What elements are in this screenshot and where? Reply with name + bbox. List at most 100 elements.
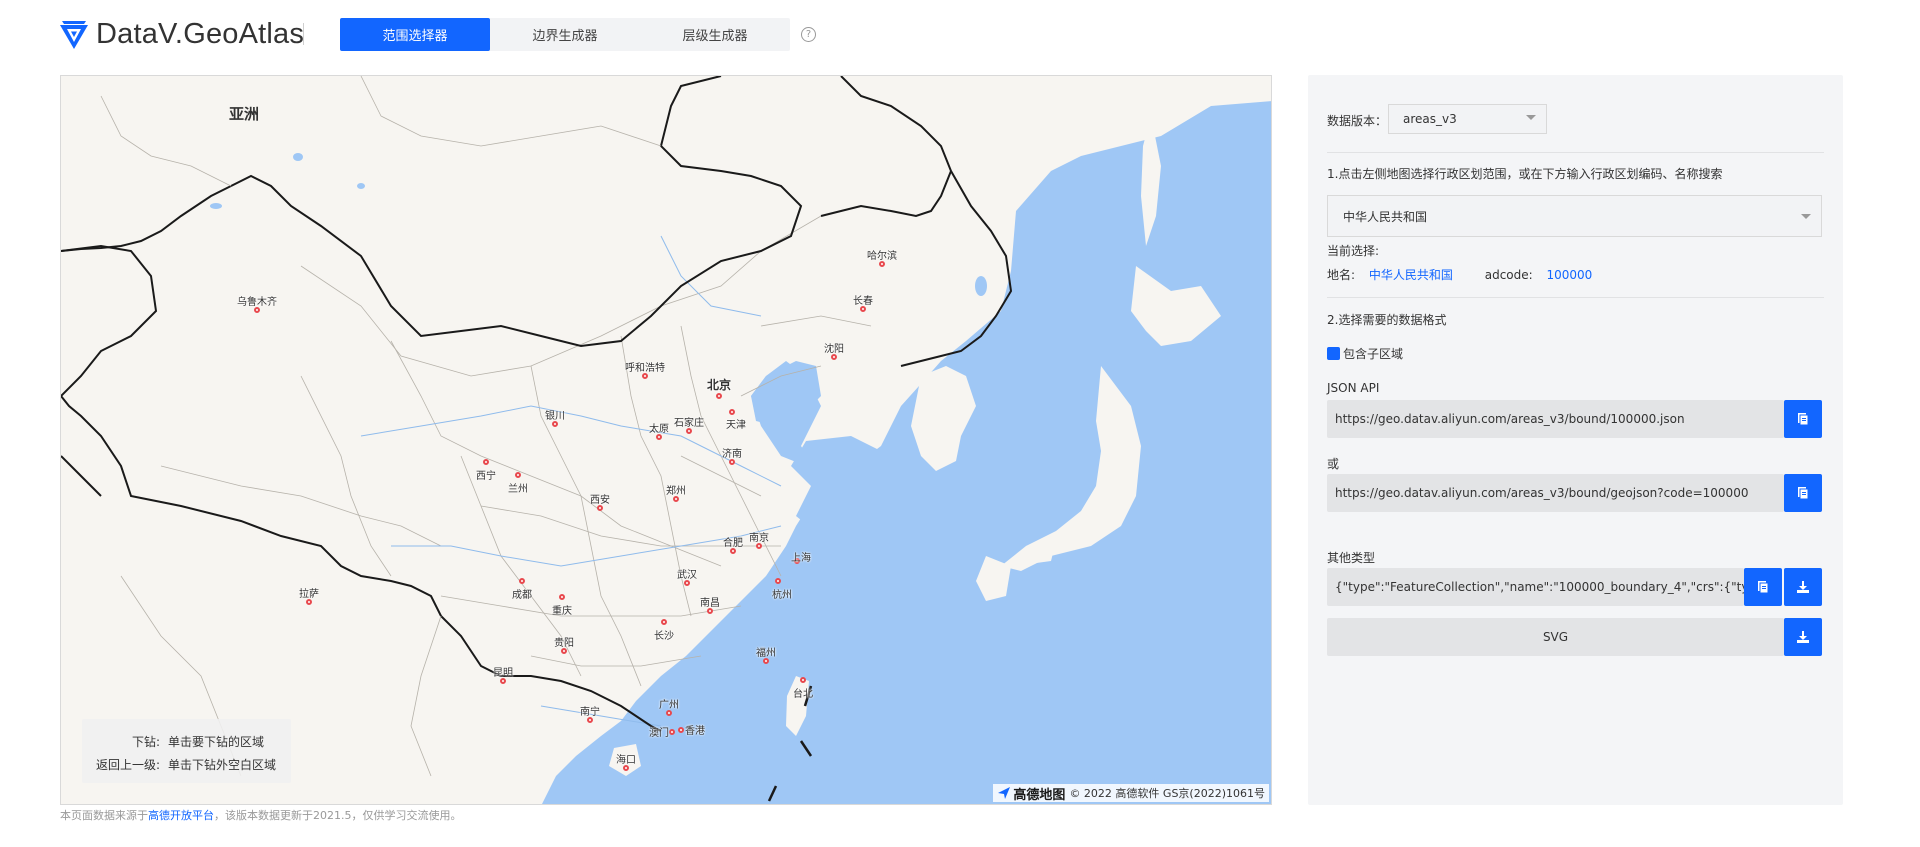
city-label-haikou: 海口 bbox=[616, 755, 636, 766]
city-dot bbox=[716, 393, 722, 399]
current-selection-label: 当前选择: bbox=[1327, 244, 1380, 258]
name-label: 地名: bbox=[1327, 268, 1356, 282]
city-dot bbox=[800, 677, 806, 683]
help-icon[interactable]: ? bbox=[801, 27, 816, 42]
amap-logo[interactable]: 高德地图 bbox=[997, 784, 1065, 803]
current-selection-row: 地名: 中华人民共和国 adcode: 100000 bbox=[1327, 266, 1592, 283]
settings-panel: 数据版本： areas_v3 1.点击左侧地图选择行政区划范围，或在下方输入行政… bbox=[1308, 75, 1843, 805]
amap-arrow-icon bbox=[998, 787, 1011, 799]
city-label-changchun: 长春 bbox=[853, 296, 873, 307]
divider bbox=[1327, 297, 1824, 298]
attribution-text: © 2022 高德软件 GS京(2022)1061号 bbox=[1069, 787, 1265, 800]
city-label-xianggang: 香港 bbox=[685, 726, 705, 737]
city-label-lanzhou: 兰州 bbox=[508, 484, 528, 495]
region-select[interactable]: 中华人民共和国 bbox=[1327, 195, 1822, 237]
hint-up-value: 单击下钻外空白区域 bbox=[168, 758, 277, 772]
city-dot bbox=[678, 727, 684, 733]
city-label-nanjing: 南京 bbox=[749, 533, 769, 544]
city-dot bbox=[729, 409, 735, 415]
hint-up-key: 返回上一级: bbox=[95, 758, 160, 772]
tab-boundary-generator[interactable]: 边界生成器 bbox=[490, 18, 640, 51]
city-label-haerbin: 哈尔滨 bbox=[867, 251, 897, 262]
city-label-xining: 西宁 bbox=[476, 471, 496, 482]
region-select-value: 中华人民共和国 bbox=[1343, 209, 1428, 224]
hint-row-drill: 下钻: 单击要下钻的区域 bbox=[82, 730, 291, 753]
copy-geojson-button[interactable] bbox=[1784, 474, 1822, 512]
city-label-nanning: 南宁 bbox=[580, 707, 600, 718]
continent-label: 亚洲 bbox=[229, 105, 260, 123]
city-label-shijiazhuang: 石家庄 bbox=[674, 418, 704, 429]
map-attribution: 高德地图 © 2022 高德软件 GS京(2022)1061号 bbox=[993, 784, 1269, 803]
japan-honshu bbox=[1001, 366, 1141, 571]
include-subregions-label: 包含子区域 bbox=[1343, 347, 1404, 361]
city-label-xian: 西安 bbox=[590, 495, 610, 506]
japan-hokkaido bbox=[1131, 266, 1221, 346]
city-label-guiyang: 贵阳 bbox=[554, 638, 574, 649]
json-api-label: JSON API bbox=[1327, 381, 1380, 395]
city-label-lasa: 拉萨 bbox=[299, 589, 319, 600]
download-icon bbox=[1797, 631, 1809, 643]
data-source-note: 本页面数据来源于高德开放平台，该版本数据更新于2021.5，仅供学习交流使用。 bbox=[60, 807, 462, 823]
version-label: 数据版本： bbox=[1327, 114, 1388, 128]
name-value: 中华人民共和国 bbox=[1368, 268, 1453, 282]
include-subregions-checkbox[interactable]: 包含子区域 bbox=[1327, 345, 1403, 362]
chevron-down-icon bbox=[1801, 214, 1811, 219]
city-label-guangzhou: 广州 bbox=[659, 700, 679, 711]
city-dot bbox=[519, 578, 525, 584]
tab-range-selector[interactable]: 范围选择器 bbox=[340, 18, 490, 51]
note-suffix: ，该版本数据更新于2021.5，仅供学习交流使用。 bbox=[214, 809, 462, 822]
amap-platform-link[interactable]: 高德开放平台 bbox=[148, 809, 214, 822]
hint-drill-key: 下钻: bbox=[131, 735, 160, 749]
chevron-down-icon bbox=[1526, 115, 1536, 120]
copy-json-api-button[interactable] bbox=[1784, 400, 1822, 438]
logo-text: DataV.GeoAtlas bbox=[96, 17, 305, 50]
copy-icon bbox=[1798, 487, 1809, 500]
city-label-kunming: 昆明 bbox=[493, 668, 513, 679]
datav-logo-icon bbox=[60, 21, 88, 49]
city-dot bbox=[775, 578, 781, 584]
hint-row-up: 返回上一级: 单击下钻外空白区域 bbox=[82, 753, 291, 776]
download-geojson-button[interactable] bbox=[1784, 568, 1822, 606]
city-label-taiyuan: 太原 bbox=[649, 424, 669, 435]
adcode-value: 100000 bbox=[1546, 268, 1593, 282]
adcode-label: adcode: bbox=[1484, 268, 1533, 282]
city-label-wulumuqi: 乌鲁木齐 bbox=[237, 297, 277, 308]
map-hint-box: 下钻: 单击要下钻的区域 返回上一级: 单击下钻外空白区域 bbox=[82, 719, 291, 783]
logo[interactable]: DataV.GeoAtlas bbox=[58, 16, 304, 52]
city-label-huhehaote: 呼和浩特 bbox=[625, 363, 665, 374]
download-svg-button[interactable] bbox=[1784, 618, 1822, 656]
city-label-jinan: 济南 bbox=[722, 449, 742, 460]
city-label-changsha: 长沙 bbox=[654, 631, 674, 642]
copy-icon bbox=[1758, 581, 1769, 594]
city-label-nanchang: 南昌 bbox=[700, 598, 720, 609]
version-value: areas_v3 bbox=[1403, 112, 1457, 126]
divider bbox=[1327, 152, 1824, 153]
json-api-url-field[interactable]: https://geo.datav.aliyun.com/areas_v3/bo… bbox=[1327, 400, 1784, 438]
city-label-shanghai: 上海 bbox=[791, 553, 811, 564]
mode-tabs: 范围选择器 边界生成器 层级生成器 bbox=[340, 18, 790, 51]
city-dot bbox=[669, 729, 675, 735]
svg-download-field[interactable]: SVG bbox=[1327, 618, 1784, 656]
city-dot bbox=[483, 459, 489, 465]
city-label-beijing: 北京 bbox=[706, 378, 732, 392]
map-view[interactable]: 亚洲 哈尔滨 长春 沈阳 乌鲁木齐 呼和浩特 北京 天津 银川 太原 石家庄 西… bbox=[60, 75, 1272, 805]
copy-geojson-content-button[interactable] bbox=[1744, 568, 1782, 606]
download-icon bbox=[1797, 581, 1809, 593]
city-dot bbox=[661, 619, 667, 625]
or-label: 或 bbox=[1327, 457, 1340, 471]
city-label-aomen: 澳门 bbox=[649, 728, 669, 739]
geojson-url-field[interactable]: https://geo.datav.aliyun.com/areas_v3/bo… bbox=[1327, 474, 1784, 512]
version-select[interactable]: areas_v3 bbox=[1388, 104, 1547, 134]
city-label-shenyang: 沈阳 bbox=[824, 344, 844, 355]
note-prefix: 本页面数据来源于 bbox=[60, 809, 148, 822]
other-types-label: 其他类型 bbox=[1327, 551, 1376, 565]
amap-brand: 高德地图 bbox=[1013, 787, 1066, 803]
city-label-fuzhou: 福州 bbox=[756, 648, 776, 659]
city-label-chengdu: 成都 bbox=[512, 590, 532, 601]
nine-dash-2 bbox=[767, 785, 778, 802]
tab-level-generator[interactable]: 层级生成器 bbox=[640, 18, 790, 51]
city-label-wuhan: 武汉 bbox=[677, 570, 697, 581]
city-dot bbox=[559, 594, 565, 600]
checkbox-checked-icon bbox=[1327, 347, 1340, 360]
geojson-content-field[interactable]: {"type":"FeatureCollection","name":"1000… bbox=[1327, 568, 1744, 606]
